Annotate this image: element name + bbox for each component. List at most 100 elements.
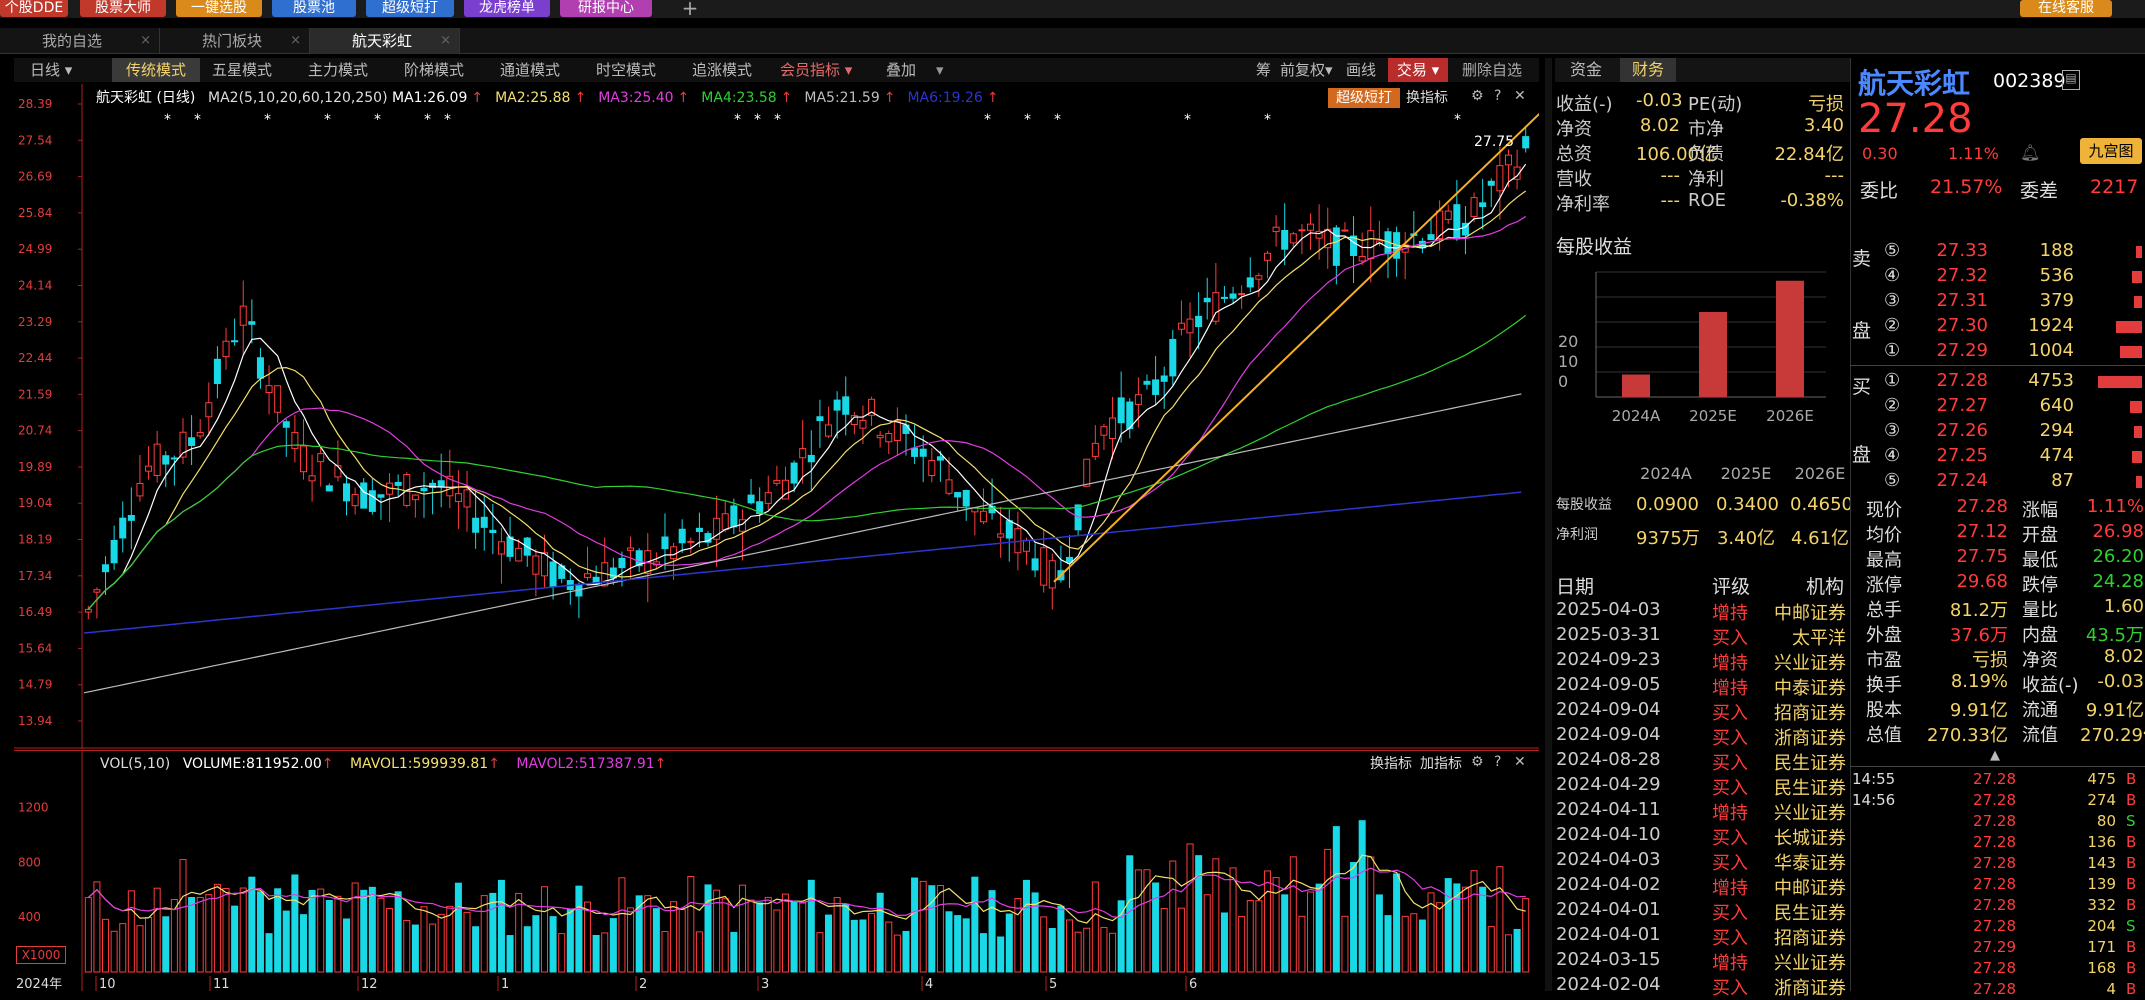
adjust-dropdown[interactable]: 前复权▾ xyxy=(1280,58,1333,82)
overlay-button[interactable]: 叠加 xyxy=(886,58,916,82)
vol-switch-indicator-button[interactable]: 换指标 xyxy=(1370,754,1412,774)
volume-bar xyxy=(265,933,273,973)
rating-org[interactable]: 招商证券 xyxy=(1764,699,1846,725)
volume-bar xyxy=(1238,916,1246,973)
tick-side: B xyxy=(2126,875,2137,893)
bid-price[interactable]: 27.24 xyxy=(1920,470,1988,491)
expand-up-icon[interactable]: ▲ xyxy=(1990,748,2000,763)
bid-price[interactable]: 27.25 xyxy=(1920,445,1988,466)
rating-org[interactable]: 招商证券 xyxy=(1764,924,1846,950)
fc-cell: 9375万 xyxy=(1636,528,1700,549)
tab-capital[interactable]: 资金 xyxy=(1560,58,1612,82)
bid-price[interactable]: 27.28 xyxy=(1920,370,1988,391)
rating-org[interactable]: 太平洋 xyxy=(1764,624,1846,650)
ask-price[interactable]: 27.33 xyxy=(1920,240,1988,261)
rating-org[interactable]: 浙商证券 xyxy=(1764,974,1846,1000)
help-icon[interactable]: ? xyxy=(1494,88,1501,104)
chip-button[interactable]: 筹 xyxy=(1256,58,1271,82)
mode-main-force[interactable]: 主力模式 xyxy=(308,58,368,82)
nav-dragon-tiger-button[interactable]: 龙虎榜单 xyxy=(464,0,550,17)
rating-org[interactable]: 兴业证券 xyxy=(1764,949,1846,975)
mode-chase[interactable]: 追涨模式 xyxy=(692,58,752,82)
bid-volume: 294 xyxy=(2039,420,2074,441)
mode-traditional[interactable]: 传统模式 xyxy=(112,58,200,82)
info-icon[interactable]: ▤ xyxy=(2062,70,2080,90)
chevron-down-icon[interactable]: ▾ xyxy=(936,58,944,82)
help-icon[interactable]: ? xyxy=(1494,754,1501,770)
add-tab-icon[interactable]: + xyxy=(672,0,708,17)
volume-bar xyxy=(1315,883,1323,973)
rating-org[interactable]: 民生证券 xyxy=(1764,749,1846,775)
candle-body xyxy=(790,462,798,484)
vol-add-indicator-button[interactable]: 加指标 xyxy=(1420,754,1462,774)
mode-space-time[interactable]: 时空模式 xyxy=(596,58,656,82)
rating-org[interactable]: 兴业证券 xyxy=(1764,649,1846,675)
nav-super-short-button[interactable]: 超级短打 xyxy=(366,0,454,17)
nav-one-click-pick-button[interactable]: 一键选股 xyxy=(176,0,262,17)
close-icon[interactable]: × xyxy=(440,28,451,54)
volume-bar xyxy=(420,906,428,973)
close-icon[interactable]: ✕ xyxy=(1514,754,1526,770)
bid-price[interactable]: 27.27 xyxy=(1920,395,1988,416)
volume-bar xyxy=(1057,905,1065,973)
tab-watchlist[interactable]: 我的自选 × xyxy=(0,28,160,54)
rating-org[interactable]: 长城证券 xyxy=(1764,824,1846,850)
period-dropdown[interactable]: 日线 ▾ xyxy=(30,58,72,82)
candle-body xyxy=(747,494,755,504)
bid-price[interactable]: 27.26 xyxy=(1920,420,1988,441)
bell-icon[interactable]: 🔔︎ xyxy=(2020,143,2040,162)
close-icon[interactable]: × xyxy=(290,28,301,54)
rating-org[interactable]: 民生证券 xyxy=(1764,774,1846,800)
nav-research-center-button[interactable]: 研报中心 xyxy=(560,0,652,17)
ask-price[interactable]: 27.30 xyxy=(1920,315,1988,336)
online-service-button[interactable]: 在线客服 xyxy=(2020,0,2112,17)
bid-level-icon: ② xyxy=(1884,395,1901,416)
rating-org[interactable]: 华泰证券 xyxy=(1764,849,1846,875)
delete-watch-button[interactable]: 删除自选 xyxy=(1462,58,1522,82)
draw-line-button[interactable]: 画线 xyxy=(1346,58,1376,82)
tab-finance[interactable]: 财务 xyxy=(1620,58,1676,82)
mode-ladder[interactable]: 阶梯模式 xyxy=(404,58,464,82)
close-icon[interactable]: ✕ xyxy=(1514,88,1526,104)
nine-palace-button[interactable]: 九宫图 xyxy=(2080,138,2142,164)
gear-icon[interactable]: ⚙ xyxy=(1471,754,1484,770)
switch-indicator-button[interactable]: 换指标 xyxy=(1406,88,1448,108)
tab-hot-sectors[interactable]: 热门板块 × xyxy=(160,28,310,54)
member-indicator-dropdown[interactable]: 会员指标 ▾ xyxy=(780,58,852,82)
candle-body xyxy=(102,564,110,573)
rating-org[interactable]: 民生证券 xyxy=(1764,899,1846,925)
trade-button[interactable]: 交易 ▾ xyxy=(1388,58,1448,82)
rating-org[interactable]: 中邮证券 xyxy=(1764,874,1846,900)
candle-body xyxy=(764,492,772,504)
nav-dde-button[interactable]: 个股DDE xyxy=(0,0,68,17)
volume-bar xyxy=(971,876,979,973)
rating-org[interactable]: 中邮证券 xyxy=(1764,599,1846,625)
rating-date: 2024-09-05 xyxy=(1556,674,1661,695)
close-icon[interactable]: × xyxy=(140,28,151,54)
stat-label: 现价 xyxy=(1866,500,1902,521)
candle-body xyxy=(1117,397,1125,424)
ask-price[interactable]: 27.32 xyxy=(1920,265,1988,286)
candle-body xyxy=(678,528,686,544)
kline-y-tick: 15.64 xyxy=(18,641,52,655)
candle-body xyxy=(205,402,213,418)
up-arrow-icon: ↑ xyxy=(883,90,896,106)
tab-current-stock[interactable]: 航天彩虹 × xyxy=(310,28,460,54)
nav-stock-pool-button[interactable]: 股票池 xyxy=(272,0,356,17)
rating-org[interactable]: 浙商证券 xyxy=(1764,724,1846,750)
nav-stock-master-button[interactable]: 股票大师 xyxy=(80,0,166,17)
ask-price[interactable]: 27.29 xyxy=(1920,340,1988,361)
super-short-button[interactable]: 超级短打 xyxy=(1328,88,1400,108)
mode-channel[interactable]: 通道模式 xyxy=(500,58,560,82)
kline-chart[interactable]: 28.39 27.54 26.69 25.84 24.99 24.14 23.29 22.44… xyxy=(14,84,1539,749)
volume-chart[interactable]: 1200 800 400 2024年 11 12 1 2 3 4 5 6 10 VOL(5,10) VO… xyxy=(14,750,1539,991)
ask-price[interactable]: 27.31 xyxy=(1920,290,1988,311)
volume-bar xyxy=(825,914,833,973)
rating-org[interactable]: 中泰证券 xyxy=(1764,674,1846,700)
mode-five-star[interactable]: 五星模式 xyxy=(212,58,272,82)
tick-price: 27.28 xyxy=(1973,791,2016,809)
rating-org[interactable]: 兴业证券 xyxy=(1764,799,1846,825)
stat-value: 26.20 xyxy=(2092,546,2144,567)
gear-icon[interactable]: ⚙ xyxy=(1471,88,1484,104)
splitter[interactable] xyxy=(1545,58,1552,991)
